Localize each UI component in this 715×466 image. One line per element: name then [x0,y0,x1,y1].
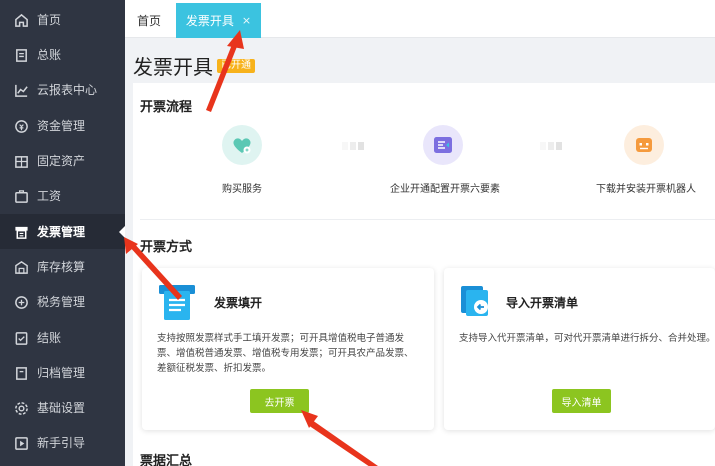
archive-icon [13,365,29,381]
sidebar-item-label: 税务管理 [37,295,86,309]
card-desc-line: 支持导入代开票清单，可对代开票清单进行拆分、合并处理。 [459,333,715,344]
summary-section-title: 票据汇总 [140,454,193,466]
invoice-form-icon [157,282,197,322]
money-icon [13,118,29,134]
sidebar-item-label: 发票管理 [37,225,86,239]
tab-label: 发票开具 [185,14,234,28]
close-icon[interactable]: × [242,14,251,27]
sidebar-item-inventory[interactable]: 库存核算 [0,249,125,284]
import-icon [459,284,493,318]
tab-home[interactable]: 首页 [137,12,161,29]
tab-bar: 首页 发票开具 × [125,0,715,38]
home-icon [13,12,29,28]
sidebar-item-fixed-asset[interactable]: 固定资产 [0,143,125,178]
step-label: 企业开通配置开票六要素 [390,184,500,195]
sidebar-item-label: 结账 [37,331,62,345]
card-desc-line: 差额征税发票、折扣发票。 [157,363,272,374]
checkout-icon [13,330,29,346]
sidebar-item-label: 归档管理 [37,366,86,380]
tax-icon [13,294,29,310]
robot-icon [624,125,664,165]
import-list-button[interactable]: 导入清单 [552,389,611,413]
section-divider [140,219,715,220]
sidebar-item-home[interactable]: 首页 [0,2,125,37]
methods-section-title: 开票方式 [140,240,193,255]
status-badge: 已开通 [217,59,255,73]
card-desc-line: 支持按照发票样式手工填开发票；可开具增值税电子普通发 [157,333,405,344]
sidebar-item-salary[interactable]: 工资 [0,178,125,213]
asset-icon [13,153,29,169]
sidebar-item-archive[interactable]: 归档管理 [0,355,125,390]
sidebar-item-label: 首页 [37,13,62,27]
sidebar-item-settings[interactable]: 基础设置 [0,390,125,425]
sidebar-item-guide[interactable]: 新手引导 [0,425,125,460]
sidebar-item-label: 基础设置 [37,401,86,415]
sidebar-item-label: 工资 [37,189,62,203]
sidebar-item-tax[interactable]: 税务管理 [0,284,125,319]
go-invoice-button[interactable]: 去开票 [250,389,309,413]
sidebar-item-label: 总账 [37,48,62,62]
tab-invoice-issue[interactable]: 发票开具 × [176,3,261,38]
step-connector [342,142,364,150]
salary-icon [13,188,29,204]
flow-section-title: 开票流程 [140,100,193,115]
heart-icon [222,125,262,165]
card-title: 导入开票清单 [506,296,579,310]
card-desc-line: 票、增值税普通发票、增值税专用发票；可开具农产品发票、 [157,348,414,359]
sidebar-item-report-center[interactable]: 云报表中心 [0,72,125,107]
warehouse-icon [13,259,29,275]
config-icon [423,125,463,165]
step-label: 购买服务 [222,184,262,195]
invoice-icon [13,224,29,240]
sidebar-item-ledger[interactable]: 总账 [0,37,125,72]
play-icon [13,435,29,451]
sidebar-item-label: 新手引导 [37,436,86,450]
sidebar-item-label: 库存核算 [37,260,86,274]
sidebar: 首页 总账 云报表中心 资金管理 固定资产 工资 发票管理 库存核算 税务管理 … [0,0,125,466]
step-connector [540,142,562,150]
card-description: 支持按照发票样式手工填开发票；可开具增值税电子普通发 票、增值税普通发票、增值税… [157,331,432,376]
sidebar-item-invoice[interactable]: 发票管理 [0,214,125,249]
sidebar-item-label: 固定资产 [37,154,86,168]
gear-icon [13,400,29,416]
ledger-icon [13,47,29,63]
sidebar-item-checkout[interactable]: 结账 [0,320,125,355]
sidebar-item-label: 资金管理 [37,119,86,133]
page-title: 发票开具 [133,55,213,79]
sidebar-item-label: 云报表中心 [37,83,98,97]
step-label: 下载并安装开票机器人 [596,184,696,195]
chart-icon [13,82,29,98]
card-title: 发票填开 [214,296,263,310]
card-description: 支持导入代开票清单，可对代开票清单进行拆分、合并处理。 [459,331,715,346]
sidebar-item-fund[interactable]: 资金管理 [0,108,125,143]
